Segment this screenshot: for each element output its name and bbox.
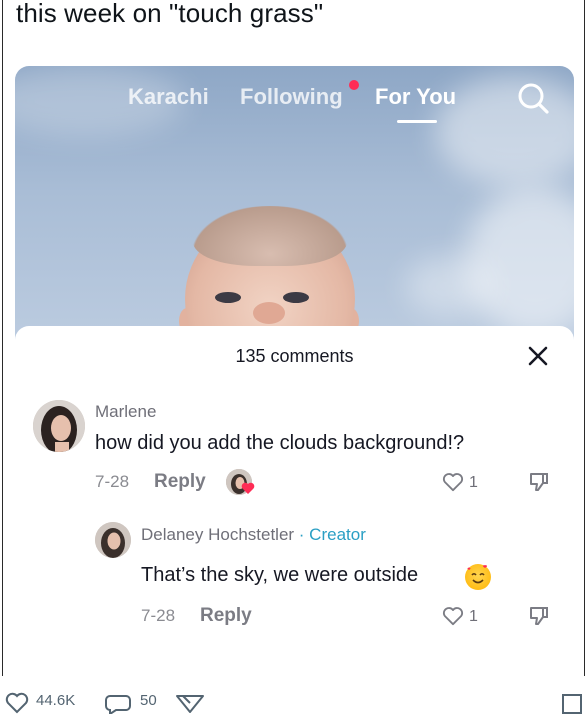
heart-outline-icon[interactable] bbox=[442, 472, 464, 492]
post-text: this week on "touch grass" bbox=[16, 0, 324, 28]
like-icon[interactable] bbox=[4, 692, 30, 714]
active-tab-indicator bbox=[397, 120, 437, 123]
reply-button[interactable]: Reply bbox=[200, 605, 252, 627]
share-icon[interactable] bbox=[174, 692, 206, 714]
avatar-image bbox=[95, 522, 131, 558]
heart-outline-icon[interactable] bbox=[442, 606, 464, 626]
comment-date: 7-28 bbox=[141, 606, 176, 625]
comment-text: how did you add the clouds background!? bbox=[95, 432, 465, 454]
tweet-action-bar: 44.6K 50 bbox=[0, 688, 587, 714]
comment-date: 7-28 bbox=[95, 472, 130, 491]
dislike-icon[interactable] bbox=[528, 605, 550, 627]
close-icon[interactable] bbox=[527, 345, 549, 367]
comments-sheet: 135 comments Marlene how did you add the… bbox=[15, 326, 574, 678]
top-nav: Karachi Following For You bbox=[15, 80, 574, 123]
baby-nose bbox=[253, 302, 285, 324]
reply-icon[interactable] bbox=[104, 692, 132, 714]
bookmark-icon[interactable] bbox=[560, 692, 584, 714]
comment-username[interactable]: Marlene bbox=[95, 402, 156, 422]
reply-button[interactable]: Reply bbox=[154, 471, 206, 493]
creator-label: · Creator bbox=[294, 525, 366, 544]
embedded-screenshot[interactable]: Karachi Following For You 135 comments M… bbox=[15, 66, 574, 678]
frame-border-right bbox=[584, 0, 585, 676]
reply-count-text: 50 bbox=[140, 692, 157, 709]
baby-hair bbox=[193, 206, 347, 266]
smiling-face-with-hearts-emoji bbox=[465, 564, 491, 590]
tab-for-you[interactable]: For You bbox=[375, 84, 456, 110]
username-text[interactable]: Delaney Hochstetler bbox=[141, 525, 294, 544]
dislike-icon[interactable] bbox=[528, 471, 550, 493]
like-count-text: 44.6K bbox=[36, 692, 76, 709]
video-player[interactable]: Karachi Following For You bbox=[15, 66, 574, 346]
avatar[interactable] bbox=[95, 522, 131, 558]
tab-karachi[interactable]: Karachi bbox=[128, 84, 209, 110]
baby-eye bbox=[215, 292, 241, 303]
cloud bbox=[465, 186, 574, 336]
tab-following[interactable]: Following bbox=[240, 84, 343, 110]
frame-border-left bbox=[2, 0, 3, 676]
search-icon[interactable] bbox=[515, 80, 551, 116]
heart-icon bbox=[241, 482, 255, 494]
like-count: 1 bbox=[469, 474, 478, 491]
comment-username[interactable]: Delaney Hochstetler · Creator bbox=[141, 525, 366, 545]
emoji-face bbox=[467, 565, 488, 584]
notification-dot bbox=[349, 80, 359, 90]
avatar-image bbox=[33, 400, 85, 452]
comments-count-title: 135 comments bbox=[235, 346, 354, 366]
cloud bbox=[405, 256, 495, 316]
comment-text: That’s the sky, we were outside bbox=[141, 564, 419, 586]
baby-eye bbox=[283, 292, 309, 303]
avatar[interactable] bbox=[33, 400, 85, 452]
like-count: 1 bbox=[469, 608, 478, 625]
